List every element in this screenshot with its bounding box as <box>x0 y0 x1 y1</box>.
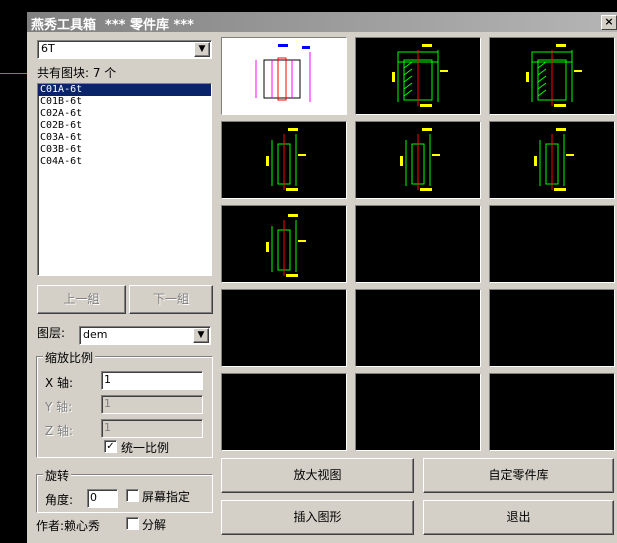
part-thumbnail[interactable] <box>489 121 615 199</box>
z-axis-label: Z 轴: <box>45 424 74 438</box>
list-item[interactable]: C02B-6t <box>38 120 211 132</box>
x-axis-field[interactable] <box>101 371 203 390</box>
prev-group-button[interactable]: 上一組 <box>37 285 126 314</box>
part-drawing-icon <box>266 214 306 277</box>
empty-thumbnail[interactable] <box>489 289 615 367</box>
screen-specify-label: 屏幕指定 <box>142 490 191 504</box>
empty-thumbnail[interactable] <box>489 205 615 283</box>
part-thumbnail[interactable] <box>355 37 481 115</box>
empty-thumbnail[interactable] <box>355 205 481 283</box>
list-item[interactable]: C01A-6t <box>38 84 211 96</box>
insert-shape-button[interactable]: 插入图形 <box>221 500 414 535</box>
explode-label: 分解 <box>142 518 167 532</box>
part-drawing-icon <box>534 128 574 191</box>
layer-select-value: dem <box>83 328 108 341</box>
part-drawing-icon <box>526 44 582 107</box>
part-thumbnail[interactable] <box>221 205 347 283</box>
list-item[interactable]: C02A-6t <box>38 108 211 120</box>
screen-specify-checkbox[interactable] <box>126 489 139 502</box>
explode-checkbox[interactable] <box>126 517 139 530</box>
next-group-button[interactable]: 下一組 <box>129 285 213 314</box>
custom-library-button[interactable]: 自定零件库 <box>423 458 614 493</box>
empty-thumbnail[interactable] <box>355 289 481 367</box>
part-drawing-icon <box>400 128 440 191</box>
part-drawing-icon <box>255 44 311 102</box>
series-select[interactable]: 6T ▼ <box>37 40 212 59</box>
exit-button[interactable]: 退出 <box>423 500 614 535</box>
z-axis-field[interactable] <box>101 419 203 438</box>
uniform-scale-checkbox[interactable]: ✓ <box>104 440 117 453</box>
zoom-view-button[interactable]: 放大视图 <box>221 458 414 493</box>
z-axis-input[interactable] <box>102 420 201 435</box>
x-axis-label: X 轴: <box>45 376 74 390</box>
y-axis-input[interactable] <box>102 396 201 411</box>
checkmark-icon: ✓ <box>106 441 115 452</box>
empty-thumbnail[interactable] <box>221 289 347 367</box>
chevron-down-icon[interactable]: ▼ <box>194 42 210 57</box>
list-item[interactable]: C03A-6t <box>38 132 211 144</box>
list-item[interactable]: C03B-6t <box>38 144 211 156</box>
scale-group-title: 缩放比例 <box>43 349 96 366</box>
list-item[interactable]: C01B-6t <box>38 96 211 108</box>
empty-thumbnail[interactable] <box>355 373 481 451</box>
part-drawing-icon <box>392 44 448 107</box>
part-drawing-icon <box>266 128 306 191</box>
part-thumbnail[interactable] <box>355 121 481 199</box>
empty-thumbnail[interactable] <box>489 373 615 451</box>
part-thumbnail[interactable] <box>221 121 347 199</box>
block-list[interactable]: C01A-6t C01B-6t C02A-6t C02B-6t C03A-6t C03B-… <box>37 83 212 276</box>
part-thumbnail[interactable] <box>489 37 615 115</box>
layer-label: 图层: <box>37 326 66 340</box>
y-axis-field[interactable] <box>101 395 203 414</box>
parts-library-dialog: 燕秀工具箱 *** 零件库 *** × 6T ▼ 共有图块: 7 个 C01A-… <box>27 12 617 543</box>
layer-select[interactable]: dem ▼ <box>79 326 211 345</box>
part-thumbnail[interactable] <box>221 37 347 115</box>
list-item[interactable]: C04A-6t <box>38 156 211 168</box>
angle-field[interactable] <box>87 489 120 508</box>
cad-guide-line <box>0 73 30 74</box>
x-axis-input[interactable] <box>102 372 201 387</box>
chevron-down-icon[interactable]: ▼ <box>193 328 209 343</box>
angle-label: 角度: <box>45 493 74 507</box>
series-select-value: 6T <box>41 42 55 55</box>
dialog-title: 燕秀工具箱 *** 零件库 *** <box>31 18 194 33</box>
close-button[interactable]: × <box>601 15 617 30</box>
author-label: 作者:赖心秀 <box>36 519 101 533</box>
title-bar[interactable]: 燕秀工具箱 *** 零件库 *** × <box>27 12 617 33</box>
empty-thumbnail[interactable] <box>221 373 347 451</box>
rotate-group-title: 旋转 <box>43 467 72 484</box>
uniform-scale-label: 统一比例 <box>121 441 170 455</box>
block-count-label: 共有图块: 7 个 <box>37 66 117 80</box>
y-axis-label: Y 轴: <box>45 400 73 414</box>
angle-input[interactable] <box>88 490 120 505</box>
